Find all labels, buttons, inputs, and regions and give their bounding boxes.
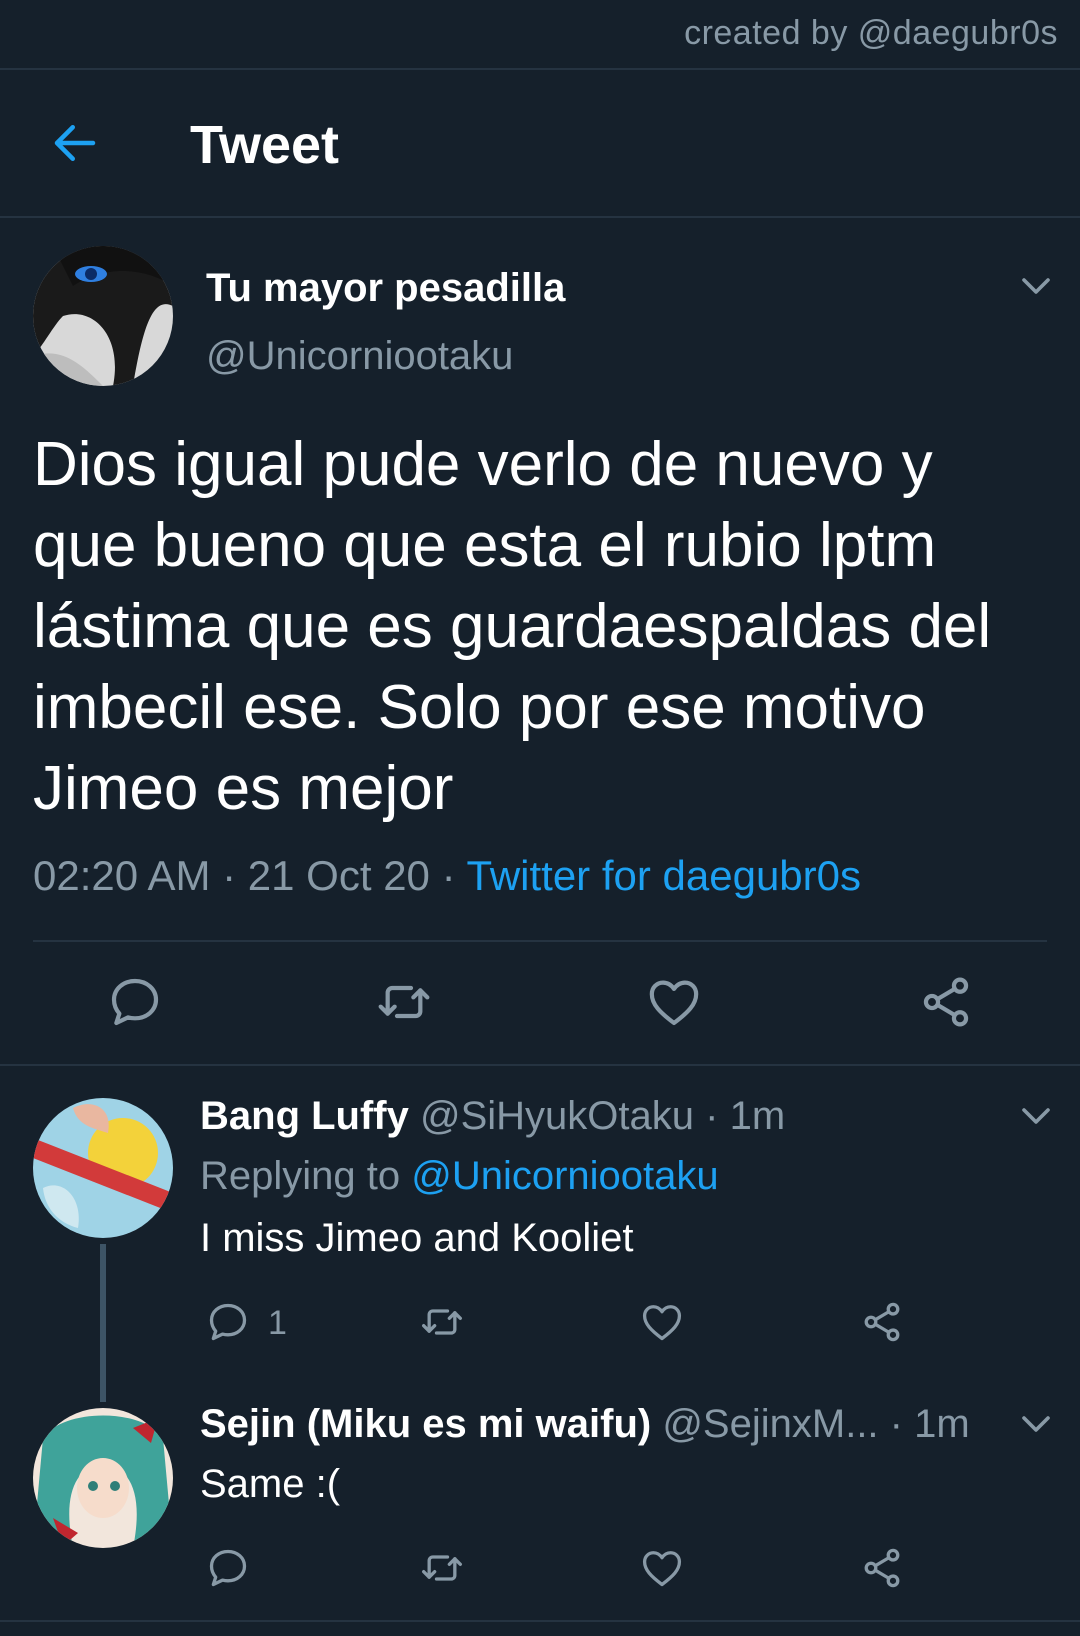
chevron-down-icon [1022, 1108, 1050, 1124]
separator: · [878, 1402, 915, 1446]
reply-text: I miss Jimeo and Kooliet [200, 1216, 634, 1260]
user-handle[interactable]: @SejinxM... [662, 1402, 878, 1446]
replying-to-handle[interactable]: @Unicorniootaku [411, 1154, 718, 1198]
separator: · [694, 1094, 730, 1138]
user-handle[interactable]: @Unicorniootaku [206, 334, 513, 379]
separator: · [429, 852, 467, 899]
heart-icon [642, 1305, 682, 1341]
page-title: Tweet [190, 115, 340, 175]
thread-line [100, 1244, 106, 1402]
share-icon [923, 977, 969, 1027]
back-button[interactable] [48, 116, 102, 170]
separator: · [210, 852, 248, 899]
retweet-button[interactable] [420, 1300, 464, 1344]
share-button[interactable] [918, 974, 974, 1030]
share-icon [864, 1548, 900, 1588]
tweet-time: 02:20 AM [33, 852, 211, 899]
display-name[interactable]: Bang Luffy [200, 1094, 409, 1138]
tweet-text: Dios igual pude verlo de nuevo y que bue… [33, 430, 992, 823]
retweet-icon [422, 1309, 462, 1335]
app-header: Tweet [0, 70, 1080, 216]
divider [0, 1620, 1080, 1622]
reply-header: Bang Luffy @SiHyukOtaku · 1m [200, 1094, 785, 1139]
user-handle[interactable]: @SiHyukOtaku [420, 1094, 694, 1138]
retweet-button[interactable] [376, 974, 432, 1030]
display-name[interactable]: Tu mayor pesadilla [206, 266, 565, 311]
heart-icon [649, 980, 699, 1026]
tweet-source-link[interactable]: Twitter for daegubr0s [466, 852, 861, 899]
divider [33, 940, 1047, 942]
share-icon [864, 1302, 900, 1342]
avatar-image [33, 246, 173, 386]
like-button[interactable] [646, 974, 702, 1030]
retweet-icon [378, 985, 430, 1019]
like-button[interactable] [640, 1300, 684, 1344]
more-options-button[interactable] [1018, 268, 1054, 304]
replying-to: Replying to @Unicorniootaku [200, 1154, 719, 1199]
reply-header: Sejin (Miku es mi waifu) @SejinxM... · 1… [200, 1402, 970, 1447]
share-button[interactable] [860, 1546, 904, 1590]
comment-icon [209, 1303, 247, 1341]
avatar-image [33, 1098, 173, 1238]
more-options-button[interactable] [1018, 1406, 1054, 1442]
reply-button[interactable] [206, 1546, 250, 1590]
reply-time: 1m [729, 1094, 786, 1138]
reply-count: 1 [268, 1304, 287, 1342]
reply-text: Same :( [200, 1462, 341, 1506]
arrow-left-icon [54, 125, 96, 161]
heart-icon [642, 1551, 682, 1587]
display-name[interactable]: Sejin (Miku es mi waifu) [200, 1402, 651, 1446]
tweet-date: 21 Oct 20 [247, 852, 430, 899]
avatar[interactable] [33, 1098, 173, 1238]
share-button[interactable] [860, 1300, 904, 1344]
tweet-metadata: 02:20 AM · 21 Oct 20 · Twitter for daegu… [33, 852, 861, 900]
reply-button[interactable] [107, 974, 163, 1030]
avatar-image [33, 1408, 173, 1548]
watermark: created by @daegubr0s [684, 14, 1058, 52]
chevron-down-icon [1022, 278, 1050, 294]
reply-time: 1m [914, 1402, 970, 1446]
chevron-down-icon [1022, 1416, 1050, 1432]
retweet-button[interactable] [420, 1546, 464, 1590]
avatar[interactable] [33, 246, 173, 386]
replying-to-label: Replying to [200, 1154, 412, 1198]
divider [0, 1064, 1080, 1066]
like-button[interactable] [640, 1546, 684, 1590]
more-options-button[interactable] [1018, 1098, 1054, 1134]
comment-icon [209, 1549, 247, 1587]
avatar[interactable] [33, 1408, 173, 1548]
reply-button[interactable] [206, 1300, 250, 1344]
divider [0, 216, 1080, 218]
retweet-icon [422, 1555, 462, 1581]
comment-icon [111, 978, 159, 1026]
